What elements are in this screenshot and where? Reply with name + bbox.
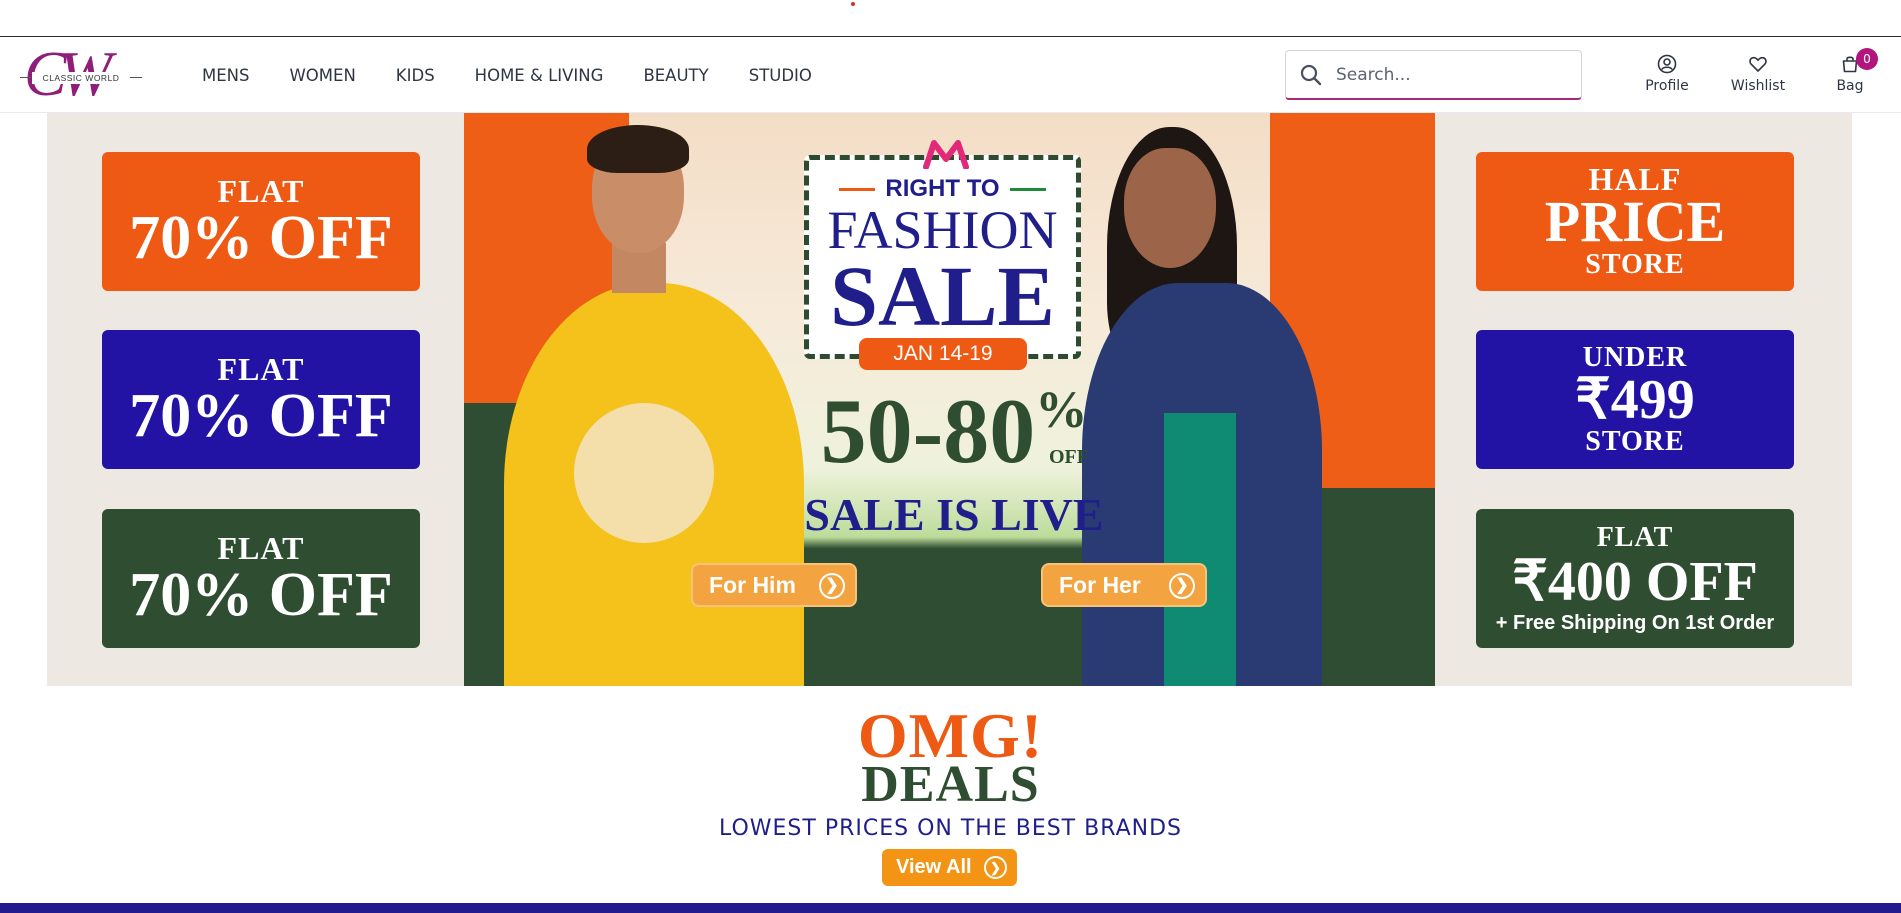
- for-him-label: For Him: [709, 571, 796, 598]
- view-all-label: View All: [896, 856, 972, 878]
- nav-item-home-living[interactable]: HOME & LIVING: [475, 66, 604, 85]
- sale-title-sale: SALE: [830, 248, 1055, 344]
- hero-banner[interactable]: FLAT 70% OFF FLAT 70% OFF FLAT 70% OFF R…: [47, 113, 1852, 686]
- tile-line2: PRICE: [1544, 188, 1726, 254]
- tile-line1: FLAT: [217, 172, 305, 209]
- percent-sign: %: [1035, 382, 1088, 439]
- search-input[interactable]: [1336, 61, 1571, 89]
- browser-top-strip: [0, 0, 1901, 37]
- sale-dates: JAN 14-19: [859, 338, 1027, 370]
- tile-line1: FLAT: [217, 350, 305, 387]
- for-him-button[interactable]: For Him ❯: [691, 563, 857, 607]
- search-box[interactable]: [1285, 50, 1582, 100]
- wishlist-button[interactable]: Wishlist: [1718, 54, 1798, 94]
- bag-label: Bag: [1836, 78, 1864, 94]
- nav-item-studio[interactable]: STUDIO: [749, 66, 812, 85]
- view-all-button[interactable]: View All ❯: [882, 849, 1017, 886]
- search-icon: [1300, 64, 1322, 86]
- left-tile-1[interactable]: FLAT 70% OFF: [102, 152, 420, 291]
- tile-line2: 70% OFF: [129, 560, 393, 629]
- discount-range: 50-80% OFF: [804, 381, 1104, 481]
- right-tile-half-price[interactable]: HALF PRICE STORE: [1476, 152, 1794, 291]
- discount-off: OFF: [1049, 446, 1089, 468]
- tile-line3: + Free Shipping On 1st Order: [1495, 611, 1775, 634]
- tile-line2: ₹400 OFF: [1512, 550, 1758, 613]
- bag-icon: [1810, 54, 1890, 74]
- sale-tagline: RIGHT TO: [804, 175, 1081, 203]
- logo-text: CLASSIC WORLD: [32, 72, 130, 84]
- chevron-right-icon: ❯: [819, 573, 845, 599]
- profile-icon: [1627, 54, 1707, 74]
- tile-line2: 70% OFF: [129, 381, 393, 450]
- deals-headline-deals: DEALS: [861, 756, 1040, 813]
- chevron-right-icon: ❯: [1169, 573, 1195, 599]
- for-her-label: For Her: [1059, 571, 1141, 598]
- sale-status: SALE IS LIVE: [804, 489, 1104, 540]
- profile-button[interactable]: Profile: [1627, 54, 1707, 94]
- left-tile-2[interactable]: FLAT 70% OFF: [102, 330, 420, 469]
- tile-line2: ₹499: [1575, 368, 1695, 431]
- model-him-prop: [574, 403, 714, 543]
- model-him-hair: [587, 125, 689, 173]
- nav-item-beauty[interactable]: BEAUTY: [643, 66, 708, 85]
- right-tile-flat-400[interactable]: FLAT ₹400 OFF + Free Shipping On 1st Ord…: [1476, 509, 1794, 648]
- bag-count-badge: 0: [1856, 48, 1878, 70]
- left-tile-3[interactable]: FLAT 70% OFF: [102, 509, 420, 648]
- nav-item-women[interactable]: WOMEN: [289, 66, 355, 85]
- tile-line3: STORE: [1585, 248, 1685, 280]
- right-tile-under-499[interactable]: UNDER ₹499 STORE: [1476, 330, 1794, 469]
- discount-value: 50-80: [820, 380, 1036, 482]
- hero-center-promo[interactable]: RIGHT TO FASHION SALE JAN 14-19 50-80% O…: [464, 113, 1435, 686]
- tile-line1: FLAT: [1596, 521, 1674, 553]
- tile-line3: STORE: [1585, 425, 1685, 457]
- site-header: CW CLASSIC WORLD MENS WOMEN KIDS HOME & …: [0, 38, 1901, 113]
- model-her-face: [1124, 148, 1216, 268]
- chevron-right-icon: ❯: [984, 856, 1007, 879]
- brand-logo[interactable]: CW CLASSIC WORLD: [20, 42, 142, 106]
- model-her-top: [1164, 413, 1236, 686]
- myntra-m-logo-icon: [922, 139, 970, 170]
- main-nav: MENS WOMEN KIDS HOME & LIVING BEAUTY STU…: [202, 38, 852, 113]
- profile-label: Profile: [1645, 78, 1689, 94]
- nav-item-mens[interactable]: MENS: [202, 66, 249, 85]
- deals-subtitle: LOWEST PRICES ON THE BEST BRANDS: [718, 816, 1183, 841]
- loading-dot: [851, 2, 855, 6]
- bag-button[interactable]: 0 Bag: [1810, 48, 1890, 94]
- for-her-button[interactable]: For Her ❯: [1041, 563, 1207, 607]
- tile-line1: FLAT: [217, 529, 305, 566]
- heart-icon: [1718, 54, 1798, 74]
- next-section-strip: [0, 903, 1901, 913]
- tile-line2: 70% OFF: [129, 203, 393, 272]
- nav-item-kids[interactable]: KIDS: [396, 66, 435, 85]
- wishlist-label: Wishlist: [1730, 78, 1786, 94]
